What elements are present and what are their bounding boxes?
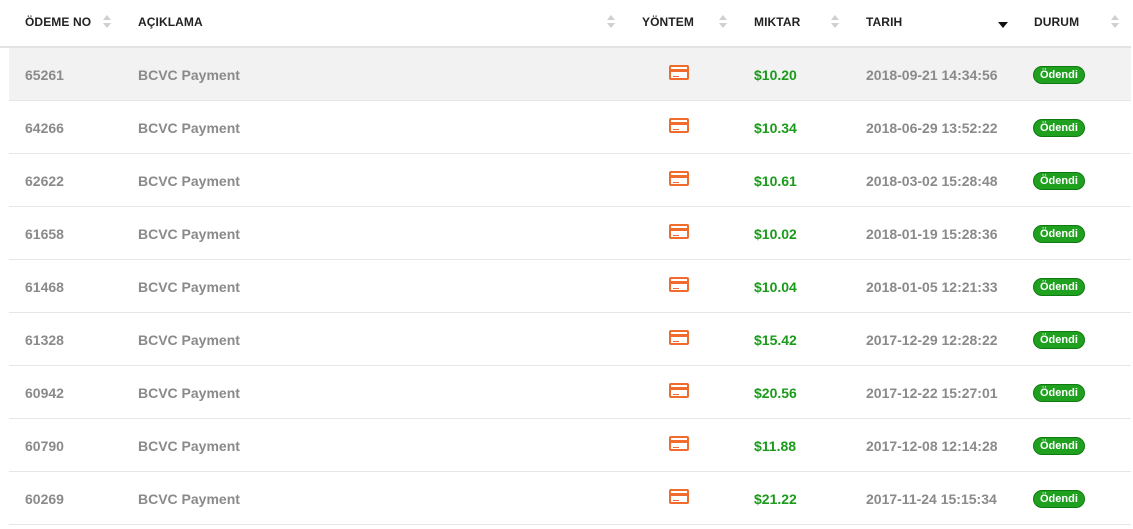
table-row[interactable]: 60942 BCVC Payment $20.56 2017-12-22 15:… (9, 366, 1131, 419)
table-header: ÖDEME NO AÇIKLAMA YÖNTEM MIKTAR TARIH DU… (0, 0, 1131, 48)
status-badge: Ödendi (1033, 384, 1085, 402)
status-badge: Ödendi (1033, 331, 1085, 349)
description-cell: BCVC Payment (138, 173, 240, 189)
payment-id-cell: 62622 (25, 173, 64, 189)
payment-id-cell: 60269 (25, 491, 64, 507)
date-cell: 2018-03-02 15:28:48 (866, 173, 998, 189)
credit-card-icon (669, 224, 689, 239)
amount-cell: $11.88 (754, 438, 797, 454)
credit-card-icon (669, 330, 689, 345)
amount-cell: $10.20 (754, 67, 797, 83)
sort-icon[interactable] (607, 15, 616, 29)
table-row[interactable]: 65261 BCVC Payment $10.20 2018-09-21 14:… (9, 48, 1131, 101)
sort-icon[interactable] (103, 15, 112, 29)
description-cell: BCVC Payment (138, 332, 240, 348)
payments-table: ÖDEME NO AÇIKLAMA YÖNTEM MIKTAR TARIH DU… (0, 0, 1133, 529)
description-cell: BCVC Payment (138, 385, 240, 401)
status-badge: Ödendi (1033, 66, 1085, 84)
column-header-payment-no[interactable]: ÖDEME NO (25, 15, 91, 29)
date-cell: 2018-01-19 15:28:36 (866, 226, 998, 242)
column-header-description[interactable]: AÇIKLAMA (138, 15, 203, 29)
sort-icon[interactable] (719, 15, 728, 29)
credit-card-icon (669, 383, 689, 398)
credit-card-icon (669, 436, 689, 451)
sort-descending-icon[interactable] (998, 22, 1008, 28)
table-row[interactable]: 62622 BCVC Payment $10.61 2018-03-02 15:… (9, 154, 1131, 207)
payment-id-cell: 60942 (25, 385, 64, 401)
credit-card-icon (669, 489, 689, 504)
amount-cell: $15.42 (754, 332, 797, 348)
description-cell: BCVC Payment (138, 438, 240, 454)
payment-id-cell: 60790 (25, 438, 64, 454)
amount-cell: $10.04 (754, 279, 797, 295)
date-cell: 2018-06-29 13:52:22 (866, 120, 998, 136)
table-body: 65261 BCVC Payment $10.20 2018-09-21 14:… (9, 48, 1131, 525)
description-cell: BCVC Payment (138, 279, 240, 295)
payment-id-cell: 61468 (25, 279, 64, 295)
table-row[interactable]: 60269 BCVC Payment $21.22 2017-11-24 15:… (9, 472, 1131, 525)
status-badge: Ödendi (1033, 437, 1085, 455)
status-badge: Ödendi (1033, 119, 1085, 137)
date-cell: 2017-11-24 15:15:34 (866, 491, 997, 507)
description-cell: BCVC Payment (138, 226, 240, 242)
description-cell: BCVC Payment (138, 491, 240, 507)
sort-icon[interactable] (831, 15, 840, 29)
amount-cell: $21.22 (754, 491, 797, 507)
amount-cell: $10.02 (754, 226, 797, 242)
table-row[interactable]: 64266 BCVC Payment $10.34 2018-06-29 13:… (9, 101, 1131, 154)
date-cell: 2018-09-21 14:34:56 (866, 67, 998, 83)
payment-id-cell: 65261 (25, 67, 64, 83)
amount-cell: $10.61 (754, 173, 797, 189)
column-header-amount[interactable]: MIKTAR (754, 15, 800, 29)
status-badge: Ödendi (1033, 278, 1085, 296)
table-row[interactable]: 61328 BCVC Payment $15.42 2017-12-29 12:… (9, 313, 1131, 366)
sort-icon[interactable] (1111, 15, 1120, 29)
column-header-status[interactable]: DURUM (1034, 15, 1079, 29)
amount-cell: $20.56 (754, 385, 797, 401)
date-cell: 2018-01-05 12:21:33 (866, 279, 998, 295)
payment-id-cell: 64266 (25, 120, 64, 136)
column-header-date[interactable]: TARIH (866, 15, 902, 29)
description-cell: BCVC Payment (138, 120, 240, 136)
payment-id-cell: 61328 (25, 332, 64, 348)
date-cell: 2017-12-08 12:14:28 (866, 438, 998, 454)
credit-card-icon (669, 118, 689, 133)
table-row[interactable]: 61658 BCVC Payment $10.02 2018-01-19 15:… (9, 207, 1131, 260)
status-badge: Ödendi (1033, 490, 1085, 508)
table-row[interactable]: 61468 BCVC Payment $10.04 2018-01-05 12:… (9, 260, 1131, 313)
date-cell: 2017-12-22 15:27:01 (866, 385, 998, 401)
credit-card-icon (669, 277, 689, 292)
status-badge: Ödendi (1033, 225, 1085, 243)
date-cell: 2017-12-29 12:28:22 (866, 332, 998, 348)
table-row[interactable]: 60790 BCVC Payment $11.88 2017-12-08 12:… (9, 419, 1131, 472)
payment-id-cell: 61658 (25, 226, 64, 242)
amount-cell: $10.34 (754, 120, 797, 136)
column-header-method[interactable]: YÖNTEM (642, 15, 694, 29)
status-badge: Ödendi (1033, 172, 1085, 190)
credit-card-icon (669, 171, 689, 186)
credit-card-icon (669, 65, 689, 80)
description-cell: BCVC Payment (138, 67, 240, 83)
